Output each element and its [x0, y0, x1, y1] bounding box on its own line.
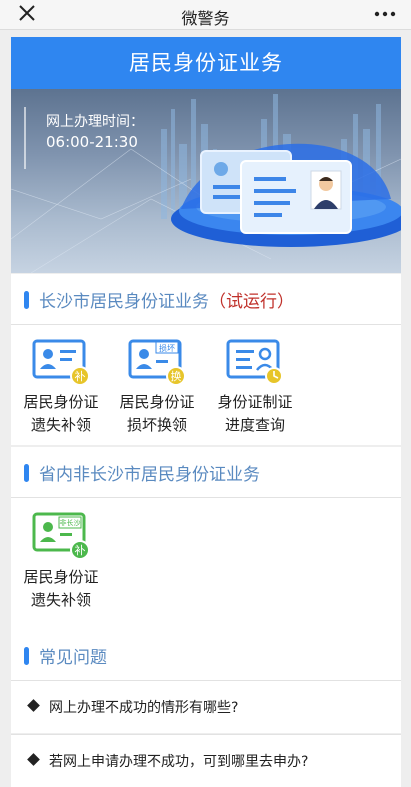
faq-item[interactable]: 网上办理不成功的情形有哪些? — [11, 681, 401, 733]
progress-query-icon — [226, 339, 283, 385]
tile-label: 损坏换领 — [126, 416, 187, 434]
section-changsha: 长沙市居民身份证业务（试运行） — [11, 274, 401, 324]
section-title: 常见问题 — [39, 648, 107, 668]
changsha-tiles: 补 居民身份证 遗失补领 损坏 换 居民身份证 损坏换领 身份证制证 进度查询 — [11, 325, 401, 445]
id-card-replace-icon: 损坏 换 — [128, 339, 186, 385]
tile-label: 遗失补领 — [30, 416, 91, 434]
id-card-reissue-icon: 非长沙 补 — [32, 512, 90, 560]
faq-question: 若网上申请办理不成功，可到哪里去申办? — [49, 754, 309, 770]
tile-label: 居民身份证 — [119, 393, 195, 411]
id-card-reissue-icon: 补 — [32, 339, 90, 385]
diamond-bullet-icon — [27, 699, 40, 712]
section-marker — [24, 291, 29, 309]
tile-label: 身份证制证 — [217, 393, 293, 411]
trial-tag: （试运行） — [209, 292, 294, 312]
hours-label: 网上办理时间： — [46, 114, 144, 130]
section-title: 长沙市居民身份证业务 — [39, 292, 209, 312]
section-marker — [24, 464, 29, 482]
province-tiles: 非长沙 补 居民身份证 遗失补领 — [11, 498, 401, 630]
tile-label: 遗失补领 — [30, 591, 91, 609]
tile-label: 居民身份证 — [23, 393, 99, 411]
top-tag-text: 非长沙 — [60, 518, 81, 527]
hours-value: 06:00-21:30 — [46, 133, 138, 151]
tile-damage-replace[interactable]: 损坏 换 居民身份证 损坏换领 — [109, 339, 205, 437]
tile-lost-reissue[interactable]: 补 居民身份证 遗失补领 — [13, 339, 109, 437]
faq-question: 网上办理不成功的情形有哪些? — [49, 700, 239, 716]
nav-title: 微警务 — [181, 9, 230, 28]
badge-text: 补 — [75, 370, 86, 383]
nav-bar: 微警务 — [0, 0, 411, 30]
banner: 网上办理时间： 06:00-21:30 — [11, 89, 401, 273]
badge-text: 补 — [75, 544, 86, 557]
more-icon[interactable] — [373, 10, 397, 18]
page-title: 居民身份证业务 — [11, 37, 401, 89]
top-tag-text: 损坏 — [159, 343, 175, 353]
tile-progress-query[interactable]: 身份证制证 进度查询 — [207, 339, 303, 437]
diamond-bullet-icon — [27, 753, 40, 766]
section-marker — [24, 647, 29, 665]
faq-item[interactable]: 若网上申请办理不成功，可到哪里去申办? — [11, 735, 401, 787]
tile-label: 居民身份证 — [23, 568, 99, 586]
section-title: 省内非长沙市居民身份证业务 — [39, 465, 260, 485]
tile-province-lost-reissue[interactable]: 非长沙 补 居民身份证 遗失补领 — [13, 512, 109, 612]
badge-text: 换 — [171, 369, 182, 383]
tile-label: 进度查询 — [224, 416, 285, 434]
section-province: 省内非长沙市居民身份证业务 — [11, 447, 401, 497]
section-faq: 常见问题 — [11, 630, 401, 680]
